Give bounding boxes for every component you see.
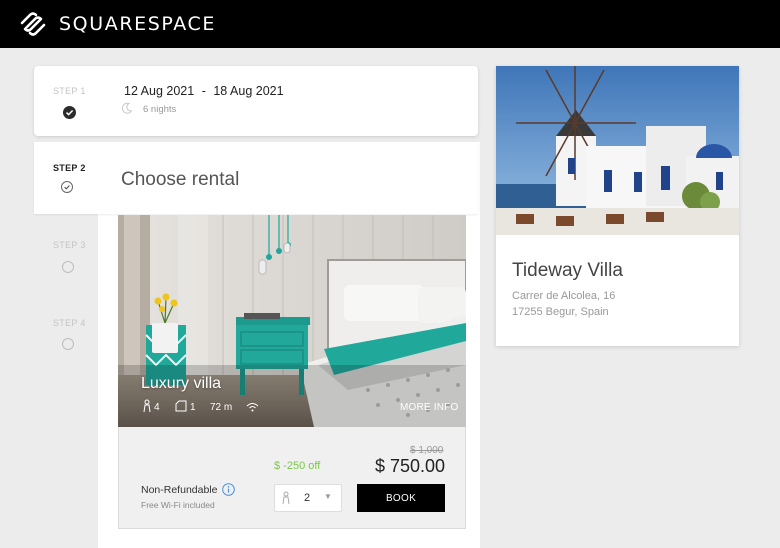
step-2-check-icon (61, 181, 73, 193)
stay-dates: 12 Aug 2021 - 18 Aug 2021 (124, 84, 284, 98)
step-3-circle-icon (62, 261, 74, 273)
rental-title: Luxury villa (141, 375, 222, 392)
guest-icon (143, 399, 151, 413)
refund-policy: Non-Refundable (141, 484, 218, 496)
check-out-date: 18 Aug 2021 (213, 84, 284, 98)
current-price: $ 750.00 (375, 456, 446, 476)
original-price: $ 1,000 (410, 445, 444, 456)
squarespace-logo-icon[interactable] (19, 11, 47, 37)
book-button[interactable]: BOOK (357, 484, 445, 512)
rental-photo[interactable] (118, 215, 466, 427)
property-address-line2: 17255 Begur, Spain (512, 306, 609, 318)
step-4-label: STEP 4 (53, 318, 86, 328)
choose-rental-heading: Choose rental (121, 169, 240, 190)
info-icon[interactable] (222, 483, 235, 496)
check-in-date: 12 Aug 2021 (124, 84, 195, 98)
property-address-line1: Carrer de Alcolea, 16 (512, 290, 616, 302)
brand-name[interactable]: SQUARESPACE (59, 13, 216, 35)
area-size: 72 m (210, 402, 233, 413)
booking-box (118, 427, 466, 529)
chevron-down-icon: ▼ (324, 492, 332, 501)
top-bar: SQUARESPACE (0, 0, 780, 48)
wifi-note: Free Wi-Fi included (141, 500, 215, 510)
person-icon (282, 491, 290, 505)
property-card[interactable]: Tideway Villa Carrer de Alcolea, 16 1725… (496, 66, 739, 346)
guest-count-value: 2 (304, 492, 311, 504)
step-3-label: STEP 3 (53, 240, 86, 250)
nights-count: 6 nights (143, 104, 177, 115)
discount-label: $ -250 off (274, 460, 321, 472)
wifi-icon (246, 403, 259, 412)
beds-count: 1 (190, 402, 196, 413)
property-photo (496, 66, 739, 235)
more-info-link[interactable]: MORE INFO (400, 402, 458, 413)
date-separator: - (201, 84, 206, 98)
guests-count: 4 (154, 402, 160, 413)
step-1-label: STEP 1 (53, 86, 86, 96)
property-name: Tideway Villa (512, 260, 623, 281)
step-1-check-icon (63, 106, 76, 119)
step-2-card (34, 142, 478, 214)
step-4-circle-icon (62, 338, 74, 350)
moon-icon (121, 102, 133, 114)
step-2-label: STEP 2 (53, 163, 86, 173)
step-1-card[interactable] (34, 66, 478, 136)
bed-icon (175, 400, 187, 412)
